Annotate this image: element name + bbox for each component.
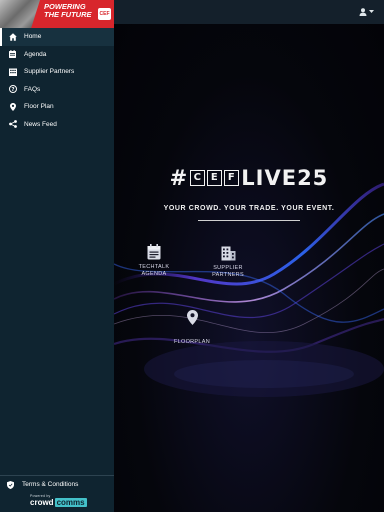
calendar-icon [147,244,161,260]
tagline-divider [198,220,300,221]
sidebar-item-label: Home [24,33,42,41]
help-icon: ? [8,85,17,94]
event-logo: # C E F LIVE25 [170,166,329,190]
crowdcomms-logo[interactable]: crowd comms [30,498,87,507]
cef-badge: CEF [98,8,111,20]
logo-word: LIVE25 [241,166,329,190]
event-logo-block: # C E F LIVE25 YOUR CROWD. YOUR TRADE. Y… [114,166,384,221]
logo-hash: # [169,166,189,190]
calendar-icon [8,50,17,59]
logo-box-e: E [207,170,223,186]
user-icon [359,8,367,16]
sidebar-item-home[interactable]: Home [0,28,114,46]
map-pin-icon [8,102,17,111]
tile-techtalk-agenda[interactable]: TECHTALK AGENDA [119,244,189,278]
home-icon [8,32,17,41]
crowdcomms-logo-part2: comms [54,498,87,507]
shield-icon [7,480,16,489]
sidebar-item-floor-plan[interactable]: Floor Plan [0,98,114,116]
sidebar-item-label: Agenda [24,50,47,58]
tile-label: SUPPLIER PARTNERS [212,265,244,278]
map-pin-icon [186,310,198,325]
event-tagline: YOUR CROWD. YOUR TRADE. YOUR EVENT. [163,205,335,212]
sidebar-item-faqs[interactable]: ? FAQs [0,81,114,99]
caret-down-icon [369,10,374,13]
sidebar-item-label: Supplier Partners [24,68,75,76]
tile-supplier-partners[interactable]: SUPPLIER PARTNERS [193,246,263,279]
share-icon [8,120,17,129]
sidebar-item-supplier-partners[interactable]: Supplier Partners [0,63,114,81]
event-banner: POWERING THE FUTURE CEF [0,0,114,28]
terms-label: Terms & Conditions [22,481,79,488]
sidebar-item-label: Floor Plan [24,103,54,111]
banner-photo [0,0,40,28]
logo-box-f: F [224,170,240,186]
tile-label: FLOORPLAN [173,339,210,345]
tile-floorplan[interactable]: FLOORPLAN [157,310,227,346]
user-menu-button[interactable] [359,5,374,19]
tile-label: TECHTALK AGENDA [138,264,170,277]
building-icon [8,67,17,76]
sidebar-item-agenda[interactable]: Agenda [0,46,114,64]
sidebar: POWERING THE FUTURE CEF Home Agenda Supp… [0,0,114,512]
sidebar-footer-divider [0,475,114,476]
sidebar-item-label: News Feed [24,120,57,128]
building-icon [221,246,235,261]
sidebar-item-news-feed[interactable]: News Feed [0,116,114,134]
logo-box-c: C [190,170,206,186]
banner-title: POWERING THE FUTURE [44,3,92,19]
sidebar-item-label: FAQs [24,85,41,93]
sidebar-item-terms[interactable]: Terms & Conditions [0,478,114,491]
crowdcomms-logo-part1: crowd [30,498,54,507]
banner-title-line2: THE FUTURE [44,10,92,19]
svg-text:?: ? [11,87,14,93]
home-stage: # C E F LIVE25 YOUR CROWD. YOUR TRADE. Y… [114,24,384,512]
sidebar-nav: Home Agenda Supplier Partners ? FAQs Flo… [0,28,114,133]
